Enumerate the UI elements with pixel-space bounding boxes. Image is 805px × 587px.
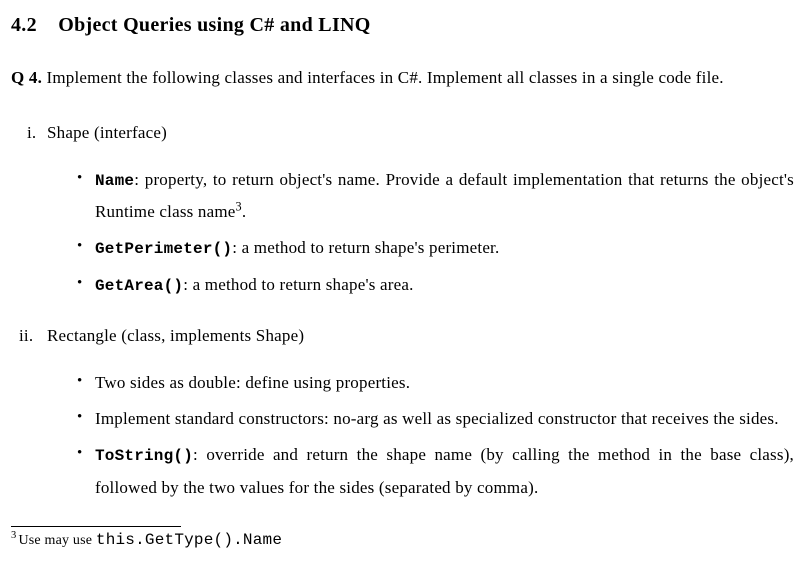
code-getperimeter: GetPerimeter() xyxy=(95,240,232,258)
question-label: Q 4. xyxy=(11,68,42,87)
bullet-text: : override and return the shape name (by… xyxy=(95,445,794,496)
list-item: ToString(): override and return the shap… xyxy=(77,439,794,504)
list-item: Implement standard constructors: no-arg … xyxy=(77,403,794,435)
roman-marker: ii. xyxy=(19,323,33,349)
list-item: Name: property, to return object's name.… xyxy=(77,164,794,229)
footnote-rule xyxy=(11,526,181,527)
code-getarea: GetArea() xyxy=(95,277,183,295)
list-item: GetPerimeter(): a method to return shape… xyxy=(77,232,794,264)
bullet-text: Implement standard constructors: no-arg … xyxy=(95,409,779,428)
code-name: Name xyxy=(95,172,134,190)
bullet-tail: . xyxy=(242,202,246,221)
code-tostring: ToString() xyxy=(95,447,193,465)
bullet-text: : a method to return shape's perimeter. xyxy=(232,238,499,257)
question-intro: Q 4. Implement the following classes and… xyxy=(11,62,794,94)
list-item: Two sides as double: define using proper… xyxy=(77,367,794,399)
section-heading: 4.2 Object Queries using C# and LINQ xyxy=(11,10,794,40)
bullet-text: : property, to return object's name. Pro… xyxy=(95,170,794,221)
list-item: GetArea(): a method to return shape's ar… xyxy=(77,269,794,301)
question-text: Implement the following classes and inte… xyxy=(46,68,723,87)
roman-list: i. Shape (interface) Name: property, to … xyxy=(11,120,794,504)
section-number: 4.2 xyxy=(11,14,37,36)
section-title: Object Queries using C# and LINQ xyxy=(58,14,370,36)
item-heading: Rectangle (class, implements Shape) xyxy=(47,326,304,345)
footnote-code: this.GetType().Name xyxy=(96,531,282,549)
bullet-list: Name: property, to return object's name.… xyxy=(77,164,794,301)
item-heading: Shape (interface) xyxy=(47,123,167,142)
footnote-marker: 3 xyxy=(11,530,16,541)
bullet-text: Two sides as double: define using proper… xyxy=(95,373,410,392)
item-rectangle: ii. Rectangle (class, implements Shape) … xyxy=(11,323,794,504)
footnote-text: Use may use xyxy=(18,533,95,548)
footnote: 3Use may use this.GetType().Name xyxy=(11,529,794,551)
bullet-text: : a method to return shape's area. xyxy=(183,275,413,294)
item-shape: i. Shape (interface) Name: property, to … xyxy=(11,120,794,301)
roman-marker: i. xyxy=(27,120,36,146)
bullet-list: Two sides as double: define using proper… xyxy=(77,367,794,504)
